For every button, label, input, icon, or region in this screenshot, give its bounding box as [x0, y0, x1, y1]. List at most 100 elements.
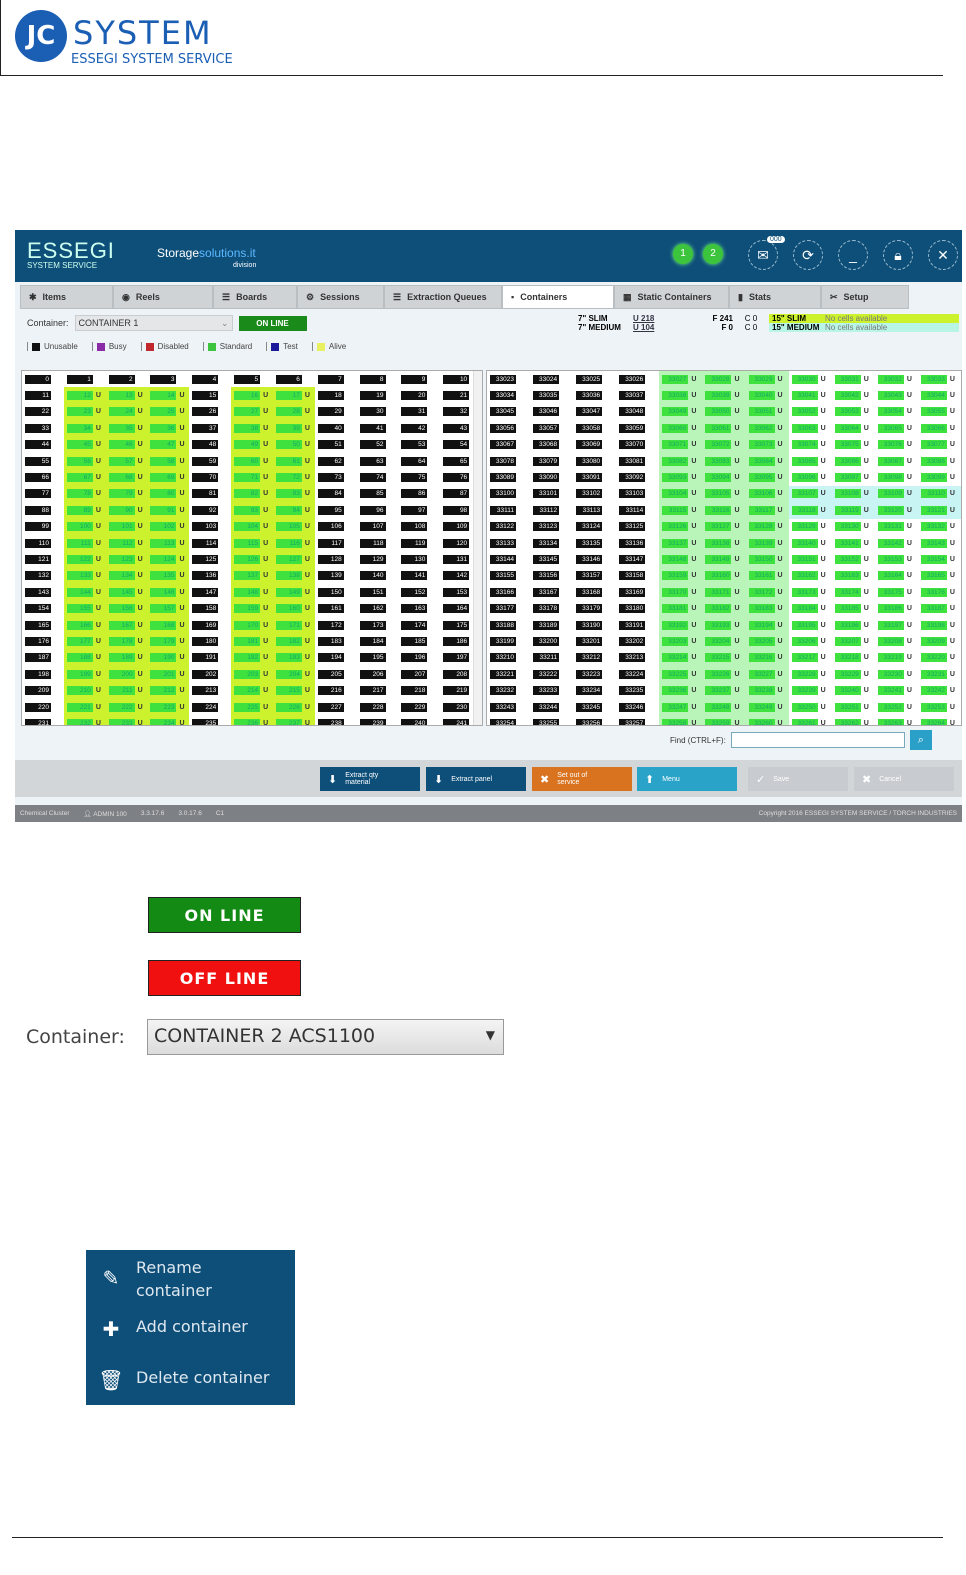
- storage-cell[interactable]: 129: [357, 551, 399, 567]
- storage-cell[interactable]: 33162 U: [789, 568, 832, 584]
- storage-cell[interactable]: 33245: [573, 699, 616, 715]
- storage-cell[interactable]: 116 U: [272, 534, 315, 552]
- storage-cell[interactable]: 192 U: [231, 649, 273, 667]
- storage-cell[interactable]: 45 U: [63, 436, 106, 453]
- storage-cell[interactable]: 211 U: [105, 682, 148, 699]
- storage-cell[interactable]: 90 U: [105, 502, 148, 519]
- storage-cell[interactable]: 33202: [616, 633, 659, 649]
- storage-cell[interactable]: 215 U: [272, 682, 315, 699]
- storage-cell[interactable]: 231: [22, 715, 64, 725]
- storage-cell[interactable]: 159 U: [231, 600, 273, 617]
- storage-cell[interactable]: 33036: [573, 387, 616, 403]
- storage-cell[interactable]: 163: [398, 600, 440, 616]
- storage-cell[interactable]: 33253 U: [918, 699, 961, 715]
- storage-cell[interactable]: 33108 U: [831, 485, 875, 503]
- storage-cell[interactable]: 183: [315, 633, 357, 649]
- storage-cell[interactable]: 238: [315, 715, 357, 725]
- storage-cell[interactable]: 23 U: [63, 403, 106, 421]
- storage-cell[interactable]: 172: [315, 617, 357, 633]
- storage-cell[interactable]: 14 U: [147, 387, 190, 404]
- storage-cell[interactable]: 33044 U: [918, 387, 961, 403]
- storage-cell[interactable]: 20: [398, 387, 440, 403]
- storage-cell[interactable]: 93 U: [231, 502, 273, 519]
- storage-cell[interactable]: 99: [22, 519, 64, 535]
- storage-cell[interactable]: 33256: [573, 715, 616, 725]
- storage-cell[interactable]: 203 U: [231, 666, 273, 683]
- storage-cell[interactable]: 33178: [530, 600, 573, 616]
- storage-cell[interactable]: 75: [398, 469, 440, 485]
- storage-cell[interactable]: 29: [315, 404, 357, 420]
- offline-button-example[interactable]: OFF LINE: [148, 960, 301, 996]
- storage-cell[interactable]: 33088 U: [918, 453, 961, 469]
- storage-cell[interactable]: 33032 U: [875, 371, 918, 387]
- storage-cell[interactable]: 4: [189, 371, 231, 387]
- storage-cell[interactable]: 33181 U: [659, 600, 703, 617]
- storage-cell[interactable]: 18: [315, 387, 357, 403]
- storage-cell[interactable]: 33127 U: [702, 518, 746, 535]
- storage-cell[interactable]: 33143 U: [918, 535, 961, 551]
- storage-cell[interactable]: 33039 U: [702, 387, 746, 404]
- storage-cell[interactable]: 33144: [487, 551, 530, 567]
- storage-cell[interactable]: 33122: [487, 519, 530, 535]
- storage-cell[interactable]: 71 U: [231, 469, 273, 486]
- storage-cell[interactable]: 44: [22, 437, 64, 453]
- storage-cell[interactable]: 9: [398, 371, 440, 387]
- storage-cell[interactable]: 33234: [573, 682, 616, 698]
- storage-cell[interactable]: 33131 U: [875, 519, 918, 535]
- storage-cell[interactable]: 223 U: [147, 698, 190, 716]
- storage-cell[interactable]: 33190: [573, 617, 616, 633]
- storage-cell[interactable]: 33183 U: [745, 600, 789, 617]
- storage-cell[interactable]: 97: [398, 502, 440, 518]
- storage-cell[interactable]: 174: [398, 617, 440, 633]
- storage-cell[interactable]: 33069: [573, 437, 616, 453]
- storage-cell[interactable]: 33023: [487, 371, 530, 387]
- storage-cell[interactable]: 140: [357, 568, 399, 584]
- storage-cell[interactable]: 33076 U: [875, 437, 918, 453]
- storage-cell[interactable]: 33050 U: [702, 403, 746, 421]
- indicator-1[interactable]: 1: [673, 244, 693, 264]
- storage-cell[interactable]: 33: [22, 420, 64, 436]
- storage-cell[interactable]: 169: [189, 617, 231, 633]
- storage-cell[interactable]: 124 U: [147, 551, 190, 568]
- storage-cell[interactable]: 28 U: [272, 403, 315, 421]
- storage-cell[interactable]: 33140 U: [789, 535, 832, 551]
- storage-cell[interactable]: 16 U: [231, 387, 273, 404]
- storage-cell[interactable]: 79 U: [105, 485, 148, 503]
- storage-cell[interactable]: 91 U: [147, 502, 190, 519]
- storage-cell[interactable]: 33191: [616, 617, 659, 633]
- storage-cell[interactable]: 33170 U: [659, 584, 703, 601]
- storage-cell[interactable]: 46 U: [105, 436, 148, 453]
- storage-cell[interactable]: 155 U: [63, 600, 106, 617]
- storage-cell[interactable]: 33264 U: [918, 715, 961, 725]
- scrollbar[interactable]: [473, 371, 482, 725]
- storage-cell[interactable]: 33218 U: [832, 650, 875, 666]
- storage-cell[interactable]: 33111: [487, 502, 530, 518]
- storage-cell[interactable]: 33047: [573, 404, 616, 420]
- storage-cell[interactable]: 145 U: [105, 584, 148, 601]
- storage-cell[interactable]: 80 U: [147, 485, 190, 503]
- menu-item-add[interactable]: ✚ Add container: [86, 1317, 295, 1341]
- storage-cell[interactable]: 72 U: [272, 469, 315, 486]
- storage-cell[interactable]: 33258 U: [659, 715, 703, 725]
- storage-cell[interactable]: 189 U: [105, 649, 148, 667]
- storage-cell[interactable]: 33215 U: [702, 649, 746, 667]
- storage-cell[interactable]: 239: [357, 715, 399, 725]
- storage-cell[interactable]: 33150 U: [745, 551, 789, 568]
- storage-cell[interactable]: 33030 U: [789, 371, 832, 387]
- storage-cell[interactable]: 33072 U: [702, 436, 746, 453]
- extract-qty-material-button[interactable]: ⬇ Extract qty material: [320, 767, 420, 791]
- tab-extraction-queues[interactable]: ☰ Extraction Queues: [384, 285, 502, 309]
- storage-cell[interactable]: 33061 U: [702, 420, 746, 437]
- storage-cell[interactable]: 165: [22, 617, 64, 633]
- storage-cell[interactable]: 69 U: [147, 469, 190, 486]
- storage-cell[interactable]: 33194 U: [745, 616, 789, 634]
- storage-cell[interactable]: 33123: [530, 519, 573, 535]
- storage-cell[interactable]: 74: [357, 469, 399, 485]
- storage-cell[interactable]: 224: [189, 699, 231, 715]
- storage-cell[interactable]: 133 U: [63, 567, 106, 585]
- storage-cell[interactable]: 73: [315, 469, 357, 485]
- storage-cell[interactable]: 33135: [573, 535, 616, 551]
- storage-cell[interactable]: 37: [189, 420, 231, 436]
- storage-cell[interactable]: 33093 U: [659, 469, 703, 486]
- storage-cell[interactable]: 33182 U: [702, 600, 746, 617]
